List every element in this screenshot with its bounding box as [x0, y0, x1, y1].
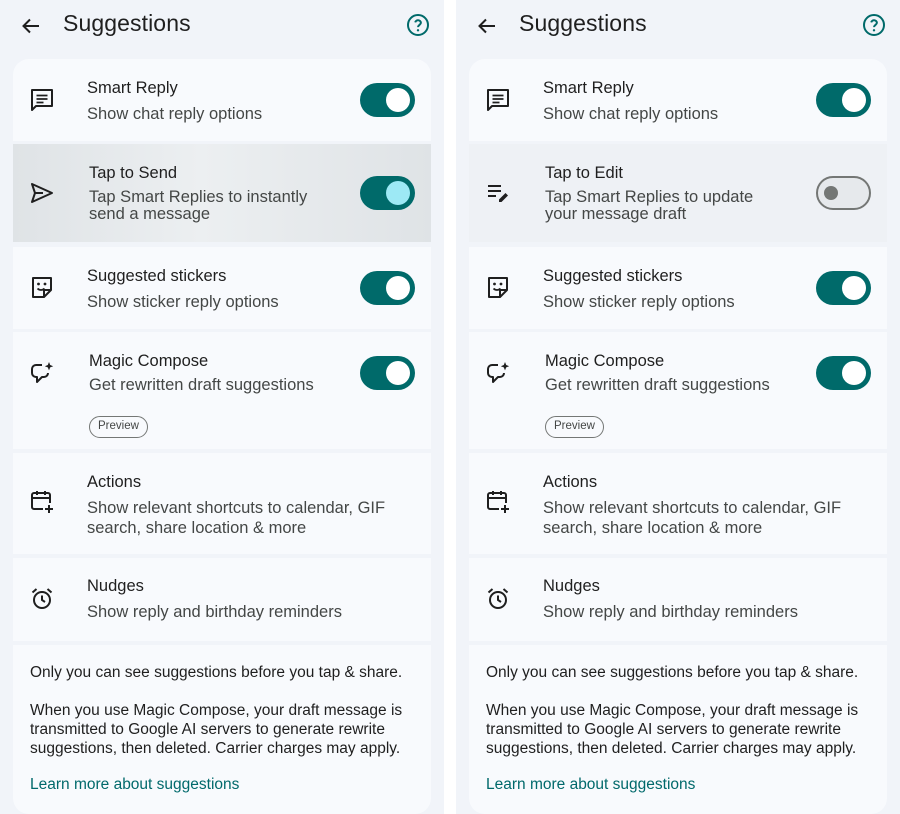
setting-row-magic-compose[interactable]: Magic Compose Get rewritten draft sugges…: [13, 332, 431, 449]
page-title: Suggestions: [63, 10, 191, 36]
toggle-knob: [842, 88, 866, 112]
toggle-knob: [824, 186, 838, 200]
magic-compose-disclaimer-line: When you use Magic Compose, your draft m…: [486, 702, 859, 719]
row-title: Magic Compose: [545, 352, 665, 370]
help-button[interactable]: [862, 13, 886, 37]
tap-to-send-toggle[interactable]: [360, 176, 415, 210]
suggestions-info-card: Only you can see suggestions before you …: [469, 645, 887, 814]
row-subtitle-line: send a message: [89, 205, 211, 223]
setting-row-smart-reply[interactable]: Smart Reply Show chat reply options: [13, 59, 431, 141]
toggle-knob: [386, 181, 410, 205]
row-title: Suggested stickers: [543, 267, 683, 285]
arrow-back-icon: [22, 18, 39, 34]
row-title: Tap to Edit: [545, 164, 623, 182]
help-icon: [863, 14, 885, 36]
calendar-add-icon: [487, 491, 509, 513]
edit-note-icon: [488, 185, 508, 202]
row-subtitle-line: Show relevant shortcuts to calendar, GIF: [543, 499, 842, 517]
row-subtitle: Show sticker reply options: [87, 293, 279, 311]
toggle-knob: [386, 88, 410, 112]
back-button[interactable]: [18, 13, 44, 39]
magic-compose-icon: [487, 362, 510, 383]
privacy-note: Only you can see suggestions before you …: [30, 664, 403, 681]
alarm-icon: [31, 588, 53, 609]
privacy-note: Only you can see suggestions before you …: [486, 664, 859, 681]
setting-row-nudges[interactable]: Nudges Show reply and birthday reminders: [13, 558, 431, 641]
setting-row-magic-compose[interactable]: Magic Compose Get rewritten draft sugges…: [469, 332, 887, 449]
help-button[interactable]: [406, 13, 430, 37]
magic-compose-icon: [31, 362, 54, 383]
row-subtitle-line: search, share location & more: [543, 519, 763, 537]
row-subtitle-line: search, share location & more: [87, 519, 307, 537]
row-title: Magic Compose: [89, 352, 209, 370]
row-title: Actions: [543, 473, 598, 491]
magic-compose-disclaimer-line: suggestions, then deleted. Carrier charg…: [30, 740, 401, 757]
screenshot-pair: Suggestions Smart Reply Show chat reply …: [0, 0, 900, 814]
smart-reply-toggle[interactable]: [360, 83, 415, 117]
row-title: Suggested stickers: [87, 267, 227, 285]
toggle-knob: [386, 361, 410, 385]
toggle-knob: [842, 361, 866, 385]
left-screen: Suggestions Smart Reply Show chat reply …: [0, 0, 444, 814]
toggle-knob: [842, 276, 866, 300]
row-subtitle: Show sticker reply options: [543, 293, 735, 311]
app-bar: Suggestions: [0, 0, 444, 52]
row-subtitle-line: Tap Smart Replies to update: [545, 188, 754, 206]
preview-badge: Preview: [89, 416, 148, 438]
row-title: Actions: [87, 473, 142, 491]
chat-bubble-icon: [31, 89, 53, 111]
magic-compose-disclaimer-line: transmitted to Google AI servers to gene…: [30, 721, 385, 738]
setting-row-tap-to-send[interactable]: Tap to Send Tap Smart Replies to instant…: [13, 144, 431, 242]
setting-row-actions[interactable]: Actions Show relevant shortcuts to calen…: [469, 453, 887, 554]
row-title: Nudges: [87, 577, 144, 595]
suggested-stickers-toggle[interactable]: [816, 271, 871, 305]
chat-bubble-icon: [487, 89, 509, 111]
row-subtitle: Get rewritten draft suggestions: [89, 376, 314, 394]
row-title: Smart Reply: [543, 79, 634, 97]
toggle-knob: [386, 276, 410, 300]
send-icon: [31, 183, 53, 203]
help-icon: [407, 14, 429, 36]
row-title: Smart Reply: [87, 79, 178, 97]
tap-to-edit-toggle[interactable]: [816, 176, 871, 210]
magic-compose-disclaimer-line: suggestions, then deleted. Carrier charg…: [486, 740, 857, 757]
magic-compose-toggle[interactable]: [360, 356, 415, 390]
setting-row-nudges[interactable]: Nudges Show reply and birthday reminders: [469, 558, 887, 641]
page-title: Suggestions: [519, 10, 647, 36]
sticker-icon: [488, 277, 508, 298]
setting-row-suggested-stickers[interactable]: Suggested stickers Show sticker reply op…: [13, 247, 431, 329]
row-subtitle-line: Show relevant shortcuts to calendar, GIF: [87, 499, 386, 517]
learn-more-link[interactable]: Learn more about suggestions: [486, 776, 695, 794]
setting-row-suggested-stickers[interactable]: Suggested stickers Show sticker reply op…: [469, 247, 887, 329]
suggested-stickers-toggle[interactable]: [360, 271, 415, 305]
learn-more-link[interactable]: Learn more about suggestions: [30, 776, 239, 794]
row-subtitle: Get rewritten draft suggestions: [545, 376, 770, 394]
row-title: Nudges: [543, 577, 600, 595]
setting-row-actions[interactable]: Actions Show relevant shortcuts to calen…: [13, 453, 431, 554]
row-subtitle-line: your message draft: [545, 205, 687, 223]
back-button[interactable]: [474, 13, 500, 39]
magic-compose-disclaimer-line: transmitted to Google AI servers to gene…: [486, 721, 841, 738]
alarm-icon: [487, 588, 509, 609]
row-subtitle-line: Tap Smart Replies to instantly: [89, 188, 308, 206]
arrow-back-icon: [478, 18, 495, 34]
calendar-add-icon: [31, 491, 53, 513]
setting-row-tap-to-edit[interactable]: Tap to Edit Tap Smart Replies to update …: [469, 144, 887, 242]
sticker-icon: [32, 277, 52, 298]
setting-row-smart-reply[interactable]: Smart Reply Show chat reply options: [469, 59, 887, 141]
magic-compose-disclaimer-line: When you use Magic Compose, your draft m…: [30, 702, 403, 719]
row-subtitle: Show reply and birthday reminders: [543, 603, 798, 621]
row-title: Tap to Send: [89, 164, 178, 182]
smart-reply-toggle[interactable]: [816, 83, 871, 117]
suggestions-info-card: Only you can see suggestions before you …: [13, 645, 431, 814]
right-screen: Suggestions Smart Reply Show chat reply …: [456, 0, 900, 814]
row-subtitle: Show reply and birthday reminders: [87, 603, 342, 621]
app-bar: Suggestions: [456, 0, 900, 52]
preview-badge: Preview: [545, 416, 604, 438]
magic-compose-toggle[interactable]: [816, 356, 871, 390]
row-subtitle: Show chat reply options: [87, 105, 263, 123]
row-subtitle: Show chat reply options: [543, 105, 719, 123]
